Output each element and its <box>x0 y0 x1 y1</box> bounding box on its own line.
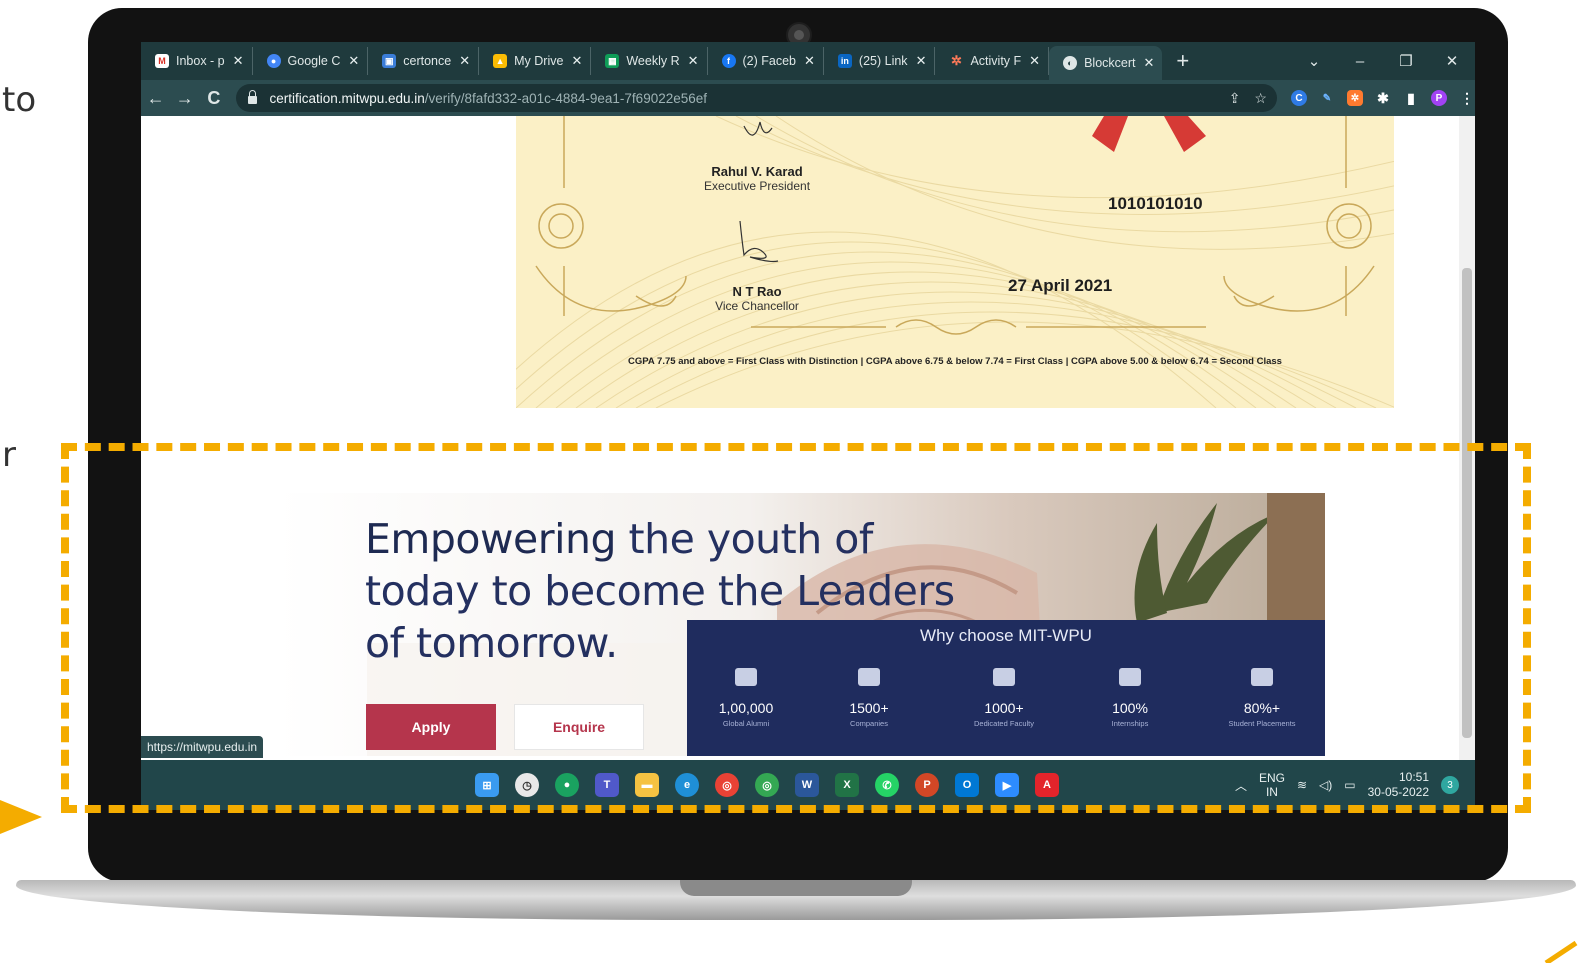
facebook-icon: f <box>721 54 736 68</box>
close-icon[interactable]: ✕ <box>348 53 359 69</box>
google-icon: ● <box>266 54 281 68</box>
signatory-vice-chancellor: N T Rao Vice Chancellor <box>696 284 818 313</box>
cropped-side-text: to <box>2 80 37 120</box>
close-icon[interactable]: ✕ <box>571 53 582 69</box>
certificate-number: 1010101010 <box>1108 194 1203 213</box>
puzzle-icon[interactable]: ✱ <box>1375 90 1391 106</box>
highlight-callout <box>61 443 1531 813</box>
tab-label: My Drive <box>514 54 564 68</box>
browser-toolbar: ← → C certification.mitwpu.edu.in/verify… <box>141 80 1475 116</box>
cropped-side-text-2: r <box>2 435 16 475</box>
signatory-name: Rahul V. Karad <box>711 164 803 179</box>
laptop-notch <box>680 880 912 896</box>
address-bar[interactable]: certification.mitwpu.edu.in/verify/8fafd… <box>236 84 1277 112</box>
tab-strip: M Inbox - p ✕ ● Google C ✕ ▣ certonce ✕ … <box>141 42 1475 80</box>
certificate-date: 27 April 2021 <box>1008 276 1113 295</box>
sidepanel-icon[interactable]: ▮ <box>1403 90 1419 106</box>
window-controls: ⌄ – ❐ ✕ <box>1291 42 1475 80</box>
tab-linkedin[interactable]: in (25) Link ✕ <box>824 47 936 75</box>
minimize-icon[interactable]: – <box>1337 53 1383 70</box>
tab-blockcerts[interactable]: ◐ Blockcert ✕ <box>1049 46 1163 80</box>
tab-drive[interactable]: ▲ My Drive ✕ <box>479 47 592 75</box>
close-icon[interactable]: ✕ <box>804 53 815 69</box>
hubspot-extension-icon[interactable]: ✲ <box>1346 90 1363 106</box>
tab-label: Activity F <box>970 54 1022 68</box>
arrow-pointer <box>0 800 42 834</box>
close-icon[interactable]: ✕ <box>233 53 244 69</box>
signatory-president: Rahul V. Karad Executive President <box>696 164 818 193</box>
extensions-bar: C ✎ ✲ ✱ ▮ P ⋮ <box>1290 90 1475 106</box>
signatory-name: N T Rao <box>732 284 782 299</box>
url-path: /verify/8fafd332-a01c-4884-9ea1-7f69022e… <box>424 90 708 106</box>
close-icon[interactable]: ✕ <box>1143 55 1154 71</box>
certonce-icon: ▣ <box>382 54 397 68</box>
new-tab-button[interactable]: + <box>1176 48 1189 74</box>
linkedin-icon: in <box>837 54 852 68</box>
extension-c-icon[interactable]: C <box>1290 90 1307 106</box>
close-icon[interactable]: ✕ <box>916 53 927 69</box>
drive-icon: ▲ <box>493 54 508 68</box>
reload-icon[interactable]: C <box>199 88 228 109</box>
tab-certonce[interactable]: ▣ certonce ✕ <box>368 47 480 75</box>
tab-label: (2) Faceb <box>742 54 797 68</box>
gmail-icon: M <box>155 54 169 68</box>
tab-label: Google C <box>287 54 341 68</box>
tab-hubspot[interactable]: ✲ Activity F ✕ <box>935 47 1050 75</box>
signatory-role: Vice Chancellor <box>715 299 799 313</box>
tab-label: certonce <box>403 54 452 68</box>
close-icon[interactable]: ✕ <box>688 53 699 69</box>
signatory-role: Executive President <box>703 179 811 193</box>
tab-search-icon[interactable]: ⌄ <box>1291 52 1337 70</box>
share-icon[interactable]: ⇪ <box>1229 90 1241 107</box>
tab-sheets[interactable]: ▦ Weekly R ✕ <box>591 47 708 75</box>
hubspot-icon: ✲ <box>951 53 962 68</box>
globe-icon: ◐ <box>1063 56 1078 70</box>
forward-icon[interactable]: → <box>170 88 199 109</box>
tab-facebook[interactable]: f (2) Faceb ✕ <box>708 47 824 75</box>
url-host: certification.mitwpu.edu.in <box>269 90 425 106</box>
tab-google[interactable]: ● Google C ✕ <box>253 47 369 75</box>
tab-label: Inbox - p <box>176 54 225 68</box>
grading-note: CGPA 7.75 and above = First Class with D… <box>628 356 1282 367</box>
restore-icon[interactable]: ❐ <box>1383 52 1429 70</box>
menu-kebab-icon[interactable]: ⋮ <box>1459 90 1475 106</box>
tab-label: Blockcert <box>1084 56 1136 70</box>
certificate: Rahul V. Karad Executive President N T R… <box>516 116 1394 408</box>
lock-icon <box>248 90 258 104</box>
sheets-icon: ▦ <box>605 54 620 68</box>
close-icon[interactable]: ✕ <box>1029 53 1040 69</box>
bookmark-star-icon[interactable]: ☆ <box>1254 90 1267 107</box>
corner-accent <box>1544 940 1578 963</box>
tab-label: (25) Link <box>858 54 908 68</box>
close-window-icon[interactable]: ✕ <box>1429 52 1475 70</box>
pen-extension-icon[interactable]: ✎ <box>1319 90 1335 106</box>
profile-avatar[interactable]: P <box>1430 90 1447 106</box>
close-icon[interactable]: ✕ <box>459 53 470 69</box>
back-icon[interactable]: ← <box>141 88 170 109</box>
tab-gmail[interactable]: M Inbox - p ✕ <box>141 47 253 75</box>
tab-label: Weekly R <box>626 54 680 68</box>
